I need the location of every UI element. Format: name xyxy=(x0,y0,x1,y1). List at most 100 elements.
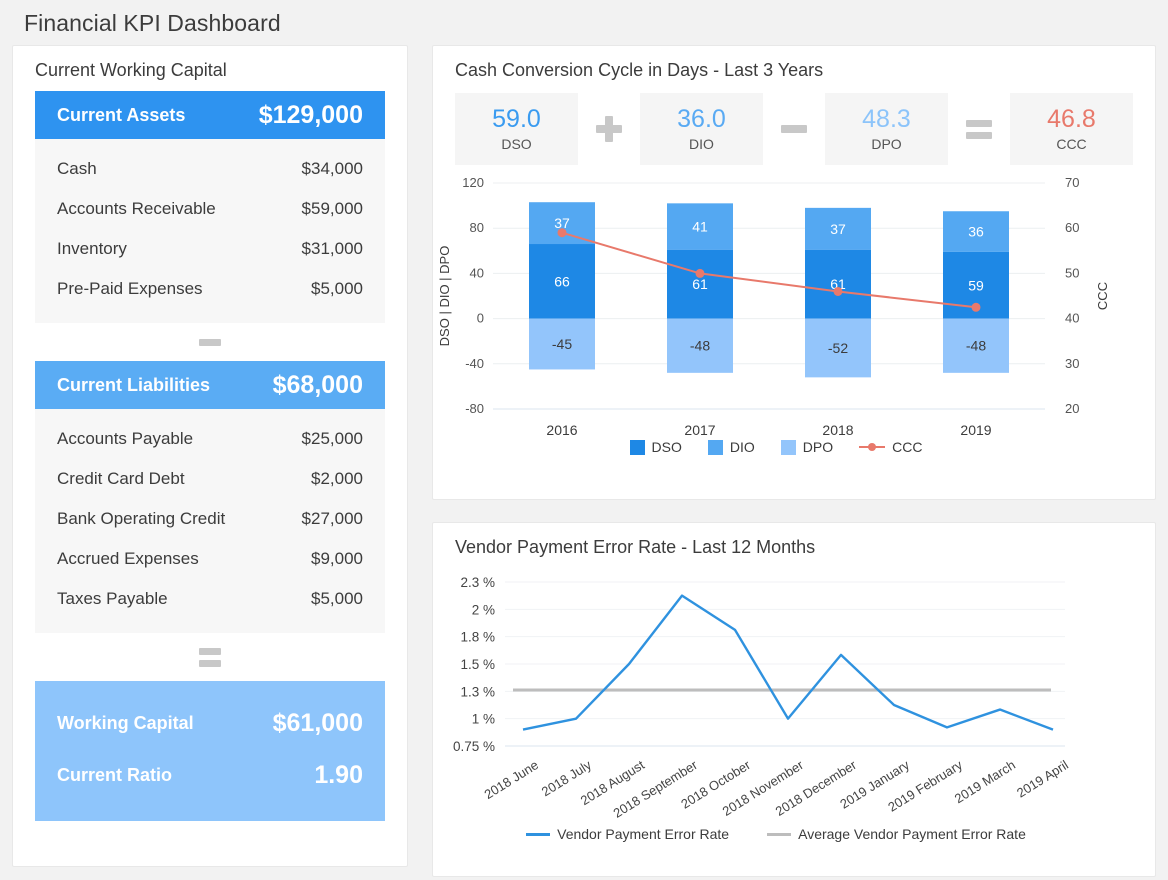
svg-text:DSO | DIO | DPO: DSO | DIO | DPO xyxy=(437,246,452,347)
row-value: $9,000 xyxy=(311,549,363,569)
row-value: $5,000 xyxy=(311,589,363,609)
kpi-tile-dso[interactable]: 59.0 DSO xyxy=(455,93,578,165)
kpi-value: 36.0 xyxy=(677,106,726,132)
ccc-chart-svg: 12080400-40-80706050403020DSO | DIO | DP… xyxy=(433,171,1119,481)
list-item: Accrued Expenses $9,000 xyxy=(57,539,363,579)
current-assets-total: $129,000 xyxy=(259,101,363,130)
current-assets-rows: Cash $34,000 Accounts Receivable $59,000… xyxy=(35,139,385,323)
legend-swatch xyxy=(526,833,550,836)
legend-item-dso[interactable]: DSO xyxy=(630,439,682,455)
svg-text:70: 70 xyxy=(1065,175,1079,190)
bar-value-label: 41 xyxy=(692,219,708,235)
svg-text:40: 40 xyxy=(1065,311,1079,326)
vendor-title: Vendor Payment Error Rate - Last 12 Mont… xyxy=(433,523,1155,568)
legend-item-ccc[interactable]: CCC xyxy=(859,439,922,455)
row-value: $2,000 xyxy=(311,469,363,489)
x-axis-tick: 2017 xyxy=(684,422,715,438)
vendor-chart-svg: 2.3 %2 %1.8 %1.5 %1.3 %1 %0.75 % xyxy=(433,568,1119,868)
ccc-marker xyxy=(696,269,705,278)
list-item: Accounts Payable $25,000 xyxy=(57,419,363,459)
vendor-line-chart: 2.3 %2 %1.8 %1.5 %1.3 %1 %0.75 %2018 Jun… xyxy=(433,568,1155,868)
row-label: Accounts Receivable xyxy=(57,199,216,219)
row-label: Accounts Payable xyxy=(57,429,193,449)
legend-item-dpo[interactable]: DPO xyxy=(781,439,833,455)
current-assets-label: Current Assets xyxy=(57,105,185,126)
equals-sign-icon xyxy=(35,633,385,681)
current-liabilities-label: Current Liabilities xyxy=(57,375,210,396)
legend-item-vendor-error-rate[interactable]: Vendor Payment Error Rate xyxy=(526,826,729,842)
left-column: Current Working Capital Current Assets $… xyxy=(12,45,408,877)
legend-swatch xyxy=(781,440,796,455)
dashboard-root: Financial KPI Dashboard Current Working … xyxy=(0,0,1168,880)
svg-text:60: 60 xyxy=(1065,220,1079,235)
kpi-tile-dio[interactable]: 36.0 DIO xyxy=(640,93,763,165)
working-capital-body: Current Assets $129,000 Cash $34,000 Acc… xyxy=(13,91,407,821)
dashboard-columns: Current Working Capital Current Assets $… xyxy=(12,45,1156,877)
row-value: $5,000 xyxy=(311,279,363,299)
y-axis-tick: 2 % xyxy=(472,602,495,617)
current-assets-header[interactable]: Current Assets $129,000 xyxy=(35,91,385,139)
bar-value-label: -48 xyxy=(966,338,986,354)
row-label: Accrued Expenses xyxy=(57,549,199,569)
bar-value-label: -45 xyxy=(552,336,572,352)
current-ratio-label: Current Ratio xyxy=(57,765,172,786)
y-axis-tick: 0.75 % xyxy=(453,739,495,754)
ccc-bar-chart: 12080400-40-80706050403020DSO | DIO | DP… xyxy=(433,171,1155,481)
row-label: Bank Operating Credit xyxy=(57,509,225,529)
kpi-value: 48.3 xyxy=(862,106,911,132)
kpi-tile-dpo[interactable]: 48.3 DPO xyxy=(825,93,948,165)
bar-value-label: 59 xyxy=(968,277,984,293)
ccc-card: Cash Conversion Cycle in Days - Last 3 Y… xyxy=(432,45,1156,500)
vendor-legend: Vendor Payment Error Rate Average Vendor … xyxy=(433,826,1119,842)
ccc-line xyxy=(562,233,976,308)
minus-sign-icon xyxy=(35,323,385,361)
current-liabilities-total: $68,000 xyxy=(273,371,363,400)
bar-value-label: 61 xyxy=(692,276,708,292)
svg-text:80: 80 xyxy=(470,220,484,235)
x-axis-tick: 2018 xyxy=(822,422,853,438)
x-axis-tick: 2016 xyxy=(546,422,577,438)
row-value: $59,000 xyxy=(302,199,363,219)
kpi-label: DPO xyxy=(871,136,901,152)
svg-text:0: 0 xyxy=(477,311,484,326)
kpi-value: 59.0 xyxy=(492,106,541,132)
legend-label: Average Vendor Payment Error Rate xyxy=(798,826,1026,842)
working-capital-card: Current Working Capital Current Assets $… xyxy=(12,45,408,867)
row-value: $25,000 xyxy=(302,429,363,449)
ccc-marker xyxy=(834,287,843,296)
y-axis-tick: 1.8 % xyxy=(460,630,495,645)
vendor-card: Vendor Payment Error Rate - Last 12 Mont… xyxy=(432,522,1156,877)
row-label: Inventory xyxy=(57,239,127,259)
equals-sign-icon xyxy=(948,93,1010,165)
bar-value-label: -52 xyxy=(828,340,848,356)
row-label: Cash xyxy=(57,159,97,179)
legend-item-dio[interactable]: DIO xyxy=(708,439,755,455)
list-item: Credit Card Debt $2,000 xyxy=(57,459,363,499)
list-item: Taxes Payable $5,000 xyxy=(57,579,363,619)
working-capital-row: Working Capital $61,000 xyxy=(57,697,363,749)
working-capital-title: Current Working Capital xyxy=(13,46,407,91)
working-capital-result: Working Capital $61,000 Current Ratio 1.… xyxy=(35,681,385,821)
svg-text:40: 40 xyxy=(470,265,484,280)
legend-swatch xyxy=(859,441,885,453)
current-liabilities-header[interactable]: Current Liabilities $68,000 xyxy=(35,361,385,409)
list-item: Cash $34,000 xyxy=(57,149,363,189)
legend-item-average-error-rate[interactable]: Average Vendor Payment Error Rate xyxy=(767,826,1026,842)
minus-sign-icon xyxy=(763,93,825,165)
bar-value-label: 36 xyxy=(968,224,984,240)
ccc-kpi-strip: 59.0 DSO 36.0 DIO 48.3 DPO xyxy=(433,91,1155,165)
list-item: Bank Operating Credit $27,000 xyxy=(57,499,363,539)
y-axis-tick: 2.3 % xyxy=(460,575,495,590)
row-label: Credit Card Debt xyxy=(57,469,185,489)
kpi-tile-ccc[interactable]: 46.8 CCC xyxy=(1010,93,1133,165)
row-value: $31,000 xyxy=(302,239,363,259)
x-axis-tick: 2019 xyxy=(960,422,991,438)
svg-text:50: 50 xyxy=(1065,265,1079,280)
list-item: Accounts Receivable $59,000 xyxy=(57,189,363,229)
list-item: Inventory $31,000 xyxy=(57,229,363,269)
page-title: Financial KPI Dashboard xyxy=(12,0,1156,45)
svg-text:120: 120 xyxy=(462,175,484,190)
row-label: Taxes Payable xyxy=(57,589,168,609)
svg-text:-80: -80 xyxy=(465,401,484,416)
kpi-value: 46.8 xyxy=(1047,106,1096,132)
